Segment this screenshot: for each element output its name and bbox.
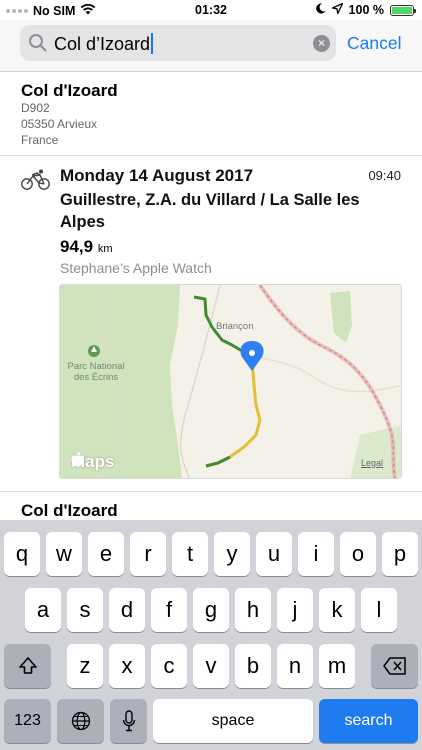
key-u[interactable]: u <box>256 532 292 576</box>
key-g[interactable]: g <box>193 588 229 632</box>
microphone-icon <box>122 710 135 732</box>
workout-time: 09:40 <box>368 168 401 183</box>
battery-fill <box>392 6 412 14</box>
key-f[interactable]: f <box>151 588 187 632</box>
shift-icon <box>18 657 37 674</box>
battery-icon <box>390 4 416 16</box>
status-bar: No SIM 01:32 100 % <box>0 0 422 20</box>
search-query-text: Col d’Izoard <box>54 34 151 54</box>
map-town-label: Briançon <box>216 321 254 332</box>
key-j[interactable]: j <box>277 588 313 632</box>
key-k[interactable]: k <box>319 588 355 632</box>
place-result[interactable]: Col d'Izoard D902 05350 Arvieux France <box>0 72 422 156</box>
clear-icon[interactable]: × <box>313 35 330 52</box>
key-c[interactable]: c <box>151 644 187 688</box>
space-key[interactable]: space <box>153 699 313 743</box>
shift-key[interactable] <box>4 644 51 688</box>
status-right: 100 % <box>315 2 416 17</box>
key-v[interactable]: v <box>193 644 229 688</box>
workout-result[interactable]: Monday 14 August 2017 09:40 Guillestre, … <box>0 157 422 492</box>
search-bar: Col d’Izoard × Cancel <box>0 20 422 72</box>
key-x[interactable]: x <box>109 644 145 688</box>
key-z[interactable]: z <box>67 644 103 688</box>
key-p[interactable]: p <box>382 532 418 576</box>
key-b[interactable]: b <box>235 644 271 688</box>
cancel-button[interactable]: Cancel <box>347 33 401 54</box>
route-map[interactable]: Briançon Parc National des Écrins Maps L… <box>59 284 402 479</box>
key-e[interactable]: e <box>88 532 124 576</box>
maps-logo: Maps <box>71 452 114 472</box>
address-line: France <box>21 133 59 147</box>
moon-icon <box>315 3 326 17</box>
address-line: 05350 Arvieux <box>21 117 98 131</box>
key-h[interactable]: h <box>235 588 271 632</box>
key-r[interactable]: r <box>130 532 166 576</box>
key-q[interactable]: q <box>4 532 40 576</box>
cycling-icon <box>21 169 51 196</box>
distance-unit: km <box>97 243 113 255</box>
address-line: D902 <box>21 101 50 115</box>
map-park-label: Parc National des Écrins <box>67 361 125 383</box>
key-l[interactable]: l <box>361 588 397 632</box>
key-n[interactable]: n <box>277 644 313 688</box>
search-key[interactable]: search <box>319 699 418 743</box>
place-title: Col d'Izoard <box>21 81 118 100</box>
workout-title: Guillestre, Z.A. du Villard / La Salle l… <box>60 191 360 231</box>
key-m[interactable]: m <box>319 644 355 688</box>
magnifier-icon <box>28 33 48 58</box>
backspace-icon <box>382 657 406 675</box>
legal-link[interactable]: Legal <box>361 458 383 468</box>
key-w[interactable]: w <box>46 532 82 576</box>
workout-source: Stephane’s Apple Watch <box>60 260 212 276</box>
key-i[interactable]: i <box>298 532 334 576</box>
search-field[interactable]: Col d’Izoard × <box>20 25 336 61</box>
key-t[interactable]: t <box>172 532 208 576</box>
globe-key[interactable] <box>57 699 104 743</box>
dictation-key[interactable] <box>110 699 147 743</box>
workout-date: Monday 14 August 2017 <box>60 166 254 185</box>
keyboard: qwertyuiop asdfghjkl zxcvbnm 123 space s… <box>0 520 422 750</box>
backspace-key[interactable] <box>371 644 418 688</box>
search-input[interactable]: Col d’Izoard <box>54 33 154 55</box>
numbers-key[interactable]: 123 <box>4 699 51 743</box>
key-s[interactable]: s <box>67 588 103 632</box>
globe-icon <box>71 711 90 731</box>
place-title-2: Col d'Izoard <box>21 501 118 520</box>
key-o[interactable]: o <box>340 532 376 576</box>
battery-percent: 100 % <box>348 3 384 17</box>
location-arrow-icon <box>331 2 343 17</box>
key-y[interactable]: y <box>214 532 250 576</box>
text-caret <box>151 33 154 54</box>
distance-value: 94,9 <box>60 237 94 256</box>
key-d[interactable]: d <box>109 588 145 632</box>
key-a[interactable]: a <box>25 588 61 632</box>
workout-distance: 94,9 km <box>60 237 113 257</box>
place-result-2[interactable]: Col d'Izoard <box>0 492 422 522</box>
